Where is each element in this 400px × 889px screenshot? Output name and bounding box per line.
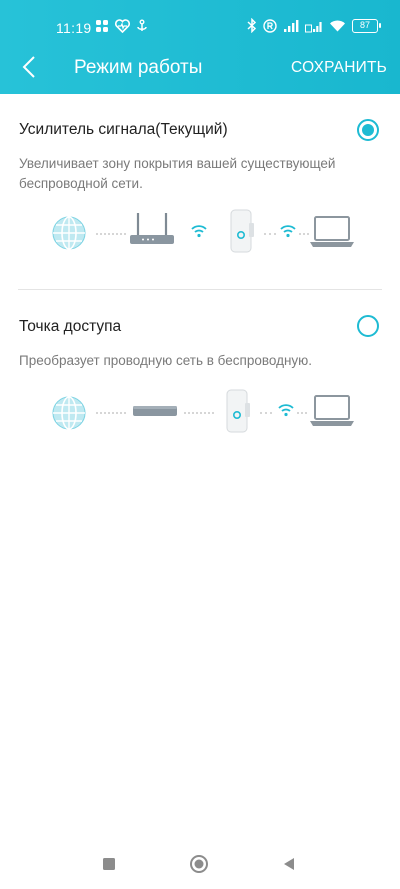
page-title: Режим работы — [74, 57, 203, 78]
back-nav-button[interactable] — [279, 854, 299, 874]
bluetooth-icon — [247, 18, 257, 33]
system-nav-bar — [0, 839, 400, 889]
app-grid-icon — [96, 20, 108, 32]
triangle-back-icon — [284, 858, 294, 870]
dotted-line — [299, 233, 309, 235]
square-icon — [103, 858, 115, 870]
section-divider — [18, 289, 382, 290]
extender-device-icon — [226, 389, 250, 433]
modem-icon — [133, 406, 177, 416]
battery-icon: 87 — [352, 18, 381, 33]
signal-volte-icon — [305, 21, 322, 32]
dotted-line — [264, 233, 276, 235]
registered-icon — [263, 18, 277, 33]
mode-description: Увеличивает зону покрытия вашей существу… — [19, 156, 336, 191]
app-bar: Режим работы СОХРАНИТЬ — [0, 38, 400, 94]
dotted-line — [260, 412, 272, 414]
anchor-icon — [137, 19, 147, 31]
extender-device-icon — [230, 209, 254, 253]
extender-diagram — [0, 209, 400, 269]
dotted-line — [96, 233, 126, 235]
globe-icon — [52, 216, 86, 250]
heart-pulse-icon — [115, 19, 130, 33]
dotted-line — [96, 412, 126, 414]
signal-icon — [284, 19, 299, 32]
router-icon — [130, 213, 174, 244]
status-time: 11:19 — [56, 20, 92, 36]
dotted-line — [297, 412, 307, 414]
status-left-icons — [95, 19, 148, 33]
status-right-icons: 87 — [247, 18, 381, 33]
mode-title: Точка доступа — [19, 318, 122, 335]
back-button[interactable] — [12, 50, 46, 84]
save-button[interactable]: СОХРАНИТЬ — [291, 59, 387, 77]
laptop-icon — [310, 216, 354, 247]
laptop-icon — [310, 395, 354, 426]
mode-description: Преобразует проводную сеть в беспроводну… — [19, 353, 313, 368]
mode-option-access-point[interactable]: Точка доступа Преобразует проводную сеть… — [0, 291, 400, 451]
access-point-diagram — [0, 389, 400, 449]
globe-icon — [52, 396, 86, 430]
circle-icon — [190, 855, 208, 873]
dotted-line — [184, 412, 214, 414]
mode-title: Усилитель сигнала(Текущий) — [19, 121, 228, 138]
recent-apps-button[interactable] — [99, 854, 119, 874]
wifi-signal-icon — [280, 225, 296, 238]
wifi-signal-icon — [278, 404, 294, 417]
chevron-left-icon — [22, 56, 35, 78]
home-button[interactable] — [189, 854, 209, 874]
wifi-icon — [330, 20, 345, 32]
status-bar: 11:19 87 — [0, 0, 400, 38]
radio-extender[interactable] — [357, 119, 379, 141]
wifi-signal-icon — [191, 225, 207, 238]
radio-access-point[interactable] — [357, 315, 379, 337]
mode-option-extender[interactable]: Усилитель сигнала(Текущий) Увеличивает з… — [0, 94, 400, 290]
